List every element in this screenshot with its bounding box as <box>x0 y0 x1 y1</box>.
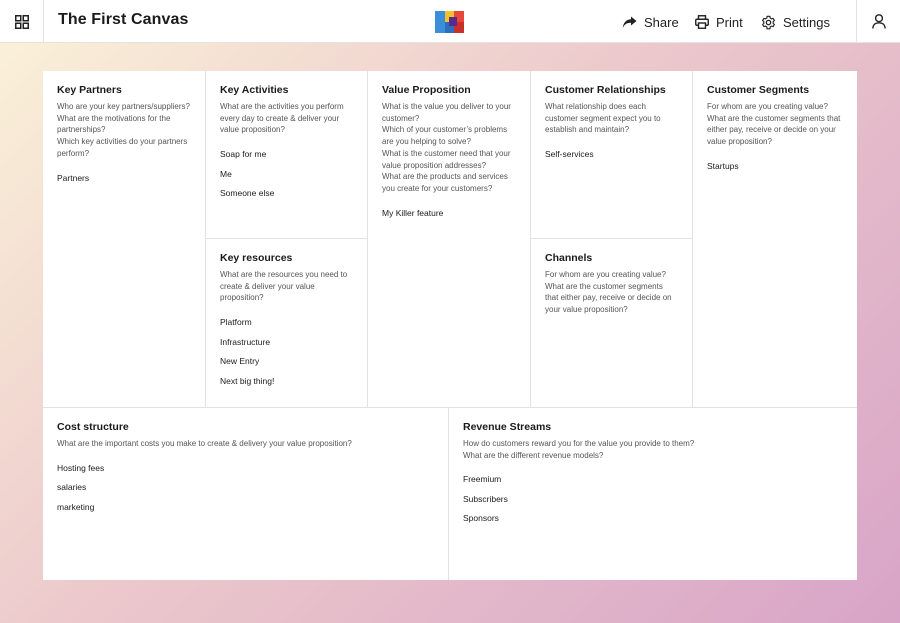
apps-grid-button[interactable] <box>0 0 44 43</box>
block-questions: Who are your key partners/suppliers? What… <box>57 101 191 160</box>
block-question: How do customers reward you for the valu… <box>463 439 695 448</box>
grid-icon <box>14 14 29 29</box>
block-question: What are the activities you perform ever… <box>220 102 344 135</box>
page-title: The First Canvas <box>58 11 189 28</box>
block-questions: For whom are you creating value? What are… <box>707 101 843 148</box>
block-entries: Partners <box>57 172 191 192</box>
canvas-entry[interactable]: Partners <box>57 172 191 192</box>
block-question: What are the products and services you c… <box>382 172 508 193</box>
key-resources-block[interactable]: Key resources What are the resources you… <box>206 239 368 407</box>
block-title: Customer Segments <box>707 84 810 96</box>
block-questions: What are the resources you need to creat… <box>220 269 353 304</box>
block-title: Cost structure <box>57 421 129 433</box>
block-question: What are the customer segments that eith… <box>707 113 841 147</box>
block-question: Which of your customer’s problems are yo… <box>382 125 508 147</box>
user-account-button[interactable] <box>856 0 900 43</box>
block-entries: Self-services <box>545 148 678 168</box>
canvas-entry[interactable]: Self-services <box>545 148 678 168</box>
canvas-entry[interactable]: Someone else <box>220 187 353 207</box>
canvas-entry[interactable]: Platform <box>220 316 353 336</box>
block-entries: Platform Infrastructure New Entry Next big … <box>220 316 353 394</box>
block-questions: What are the activities you perform ever… <box>220 101 353 136</box>
block-questions: What relationship does each customer seg… <box>545 101 678 136</box>
block-question: What are the different revenue models? <box>463 450 604 460</box>
print-button[interactable]: Print <box>695 12 743 32</box>
block-question: For whom are you creating value? <box>707 102 828 111</box>
printer-icon <box>695 15 709 29</box>
user-icon <box>871 14 886 29</box>
customer-segments-block[interactable]: Customer Segments For whom are you creat… <box>693 71 857 407</box>
block-questions: How do customers reward you for the valu… <box>463 438 843 461</box>
channels-block[interactable]: Channels For whom are you creating value… <box>531 239 693 407</box>
canvas-entry[interactable]: Me <box>220 168 353 188</box>
canvas-entry[interactable]: Soap for me <box>220 148 353 168</box>
block-title: Channels <box>545 252 593 264</box>
block-entries: Soap for me Me Someone else <box>220 148 353 207</box>
block-entries: Startups <box>707 160 843 180</box>
block-question: What are the resources you need to creat… <box>220 270 348 303</box>
block-questions: What are the important costs you make to… <box>57 438 434 450</box>
block-questions: For whom are you creating value? What are… <box>545 269 678 316</box>
canvas-entry[interactable]: Sponsors <box>463 512 843 532</box>
canvas-entry[interactable]: Next big thing! <box>220 375 353 395</box>
block-title: Value Proposition <box>382 84 471 96</box>
block-entries: Freemium Subscribers Sponsors <box>463 473 843 532</box>
share-label: Share <box>644 14 679 30</box>
block-title: Key Activities <box>220 84 289 96</box>
share-arrow-icon <box>622 16 637 28</box>
canvas-entry[interactable]: Hosting fees <box>57 462 434 482</box>
block-title: Customer Relationships <box>545 84 666 96</box>
settings-label: Settings <box>783 14 830 30</box>
cost-structure-block[interactable]: Cost structure What are the important co… <box>43 407 449 580</box>
block-question: What relationship does each customer seg… <box>545 102 661 135</box>
key-activities-block[interactable]: Key Activities What are the activities y… <box>206 71 368 239</box>
block-question: For whom are you creating value? <box>545 270 666 279</box>
value-proposition-block[interactable]: Value Proposition What is the value you … <box>368 71 531 407</box>
canvas-entry[interactable]: New Entry <box>220 355 353 375</box>
block-question: Who are your key partners/suppliers? <box>57 102 190 111</box>
block-question: What are the motivations for the partner… <box>57 113 171 135</box>
block-entries: My Killer feature <box>382 207 516 227</box>
share-button[interactable]: Share <box>622 12 679 32</box>
top-bar: The First Canvas Share Print Settings <box>0 0 900 43</box>
block-question: What is the value you deliver to your cu… <box>382 102 511 123</box>
canvas-entry[interactable]: Startups <box>707 160 843 180</box>
block-entries: Hosting fees salaries marketing <box>57 462 434 521</box>
block-title: Key Partners <box>57 84 122 96</box>
block-question: What are the important costs you make to… <box>57 439 352 448</box>
business-model-canvas: Key Partners Who are your key partners/s… <box>43 71 857 580</box>
canvas-entry[interactable]: Freemium <box>463 473 843 493</box>
block-title: Revenue Streams <box>463 421 552 433</box>
block-question: What are the customer segments that eith… <box>545 281 672 315</box>
app-logo <box>435 11 464 33</box>
gear-icon <box>762 15 775 29</box>
canvas-entry[interactable]: salaries <box>57 481 434 501</box>
canvas-entry[interactable]: Subscribers <box>463 493 843 513</box>
block-questions: What is the value you deliver to your cu… <box>382 101 516 195</box>
customer-relationships-block[interactable]: Customer Relationships What relationship… <box>531 71 693 239</box>
block-question: What is the customer need that your valu… <box>382 148 511 170</box>
settings-button[interactable]: Settings <box>761 12 830 32</box>
block-question: Which key activities do your partners pe… <box>57 137 188 158</box>
canvas-entry[interactable]: marketing <box>57 501 434 521</box>
revenue-streams-block[interactable]: Revenue Streams How do customers reward … <box>449 407 857 580</box>
block-title: Key resources <box>220 252 293 264</box>
canvas-entry[interactable]: My Killer feature <box>382 207 516 227</box>
canvas-entry[interactable]: Infrastructure <box>220 336 353 356</box>
print-label: Print <box>716 14 743 30</box>
key-partners-block[interactable]: Key Partners Who are your key partners/s… <box>43 71 206 407</box>
